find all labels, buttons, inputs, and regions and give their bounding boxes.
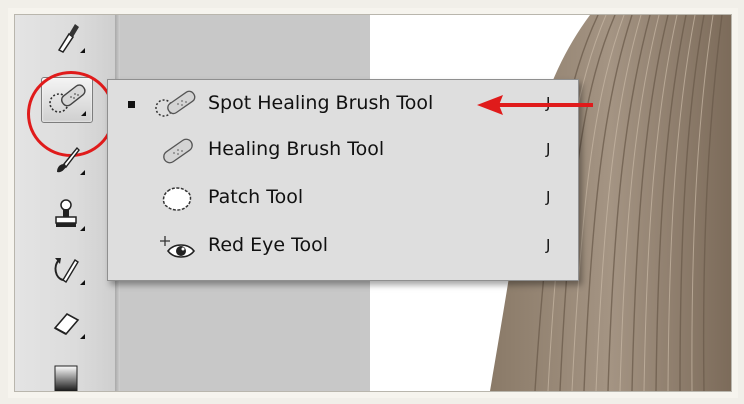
menu-item-shortcut: J (546, 188, 551, 206)
history-brush-icon (54, 258, 79, 283)
red-eye-icon (160, 236, 196, 258)
gradient-tool[interactable] (41, 355, 91, 391)
clone-stamp-tool[interactable] (41, 193, 91, 237)
red-arrow-annotation (477, 95, 593, 115)
tool-group-indicator (80, 170, 85, 175)
screenshot-frame: Spot Healing Brush Tool J Healing Brush … (14, 14, 732, 392)
eyedropper-icon (57, 24, 79, 53)
eraser-icon (53, 312, 80, 336)
menu-item-shortcut: J (546, 236, 551, 254)
menu-item-label: Spot Healing Brush Tool (208, 92, 434, 114)
gradient-icon (54, 365, 78, 391)
history-brush-tool[interactable] (41, 247, 91, 291)
selected-indicator (128, 101, 135, 108)
brush-icon (57, 146, 80, 173)
menu-item-label: Healing Brush Tool (208, 138, 385, 160)
tool-group-indicator (80, 226, 85, 231)
tool-group-indicator (80, 48, 85, 53)
healing-brush-icon (163, 138, 193, 164)
brush-tool[interactable] (41, 137, 91, 181)
menu-item-label: Red Eye Tool (208, 234, 329, 256)
clone-stamp-icon (55, 199, 77, 227)
menu-item-red-eye-tool[interactable]: Red Eye Tool J (108, 224, 578, 270)
patch-icon (162, 187, 192, 211)
menu-item-shortcut: J (546, 140, 551, 158)
spot-healing-brush-icon (155, 90, 196, 117)
menu-item-healing-brush-tool[interactable]: Healing Brush Tool J (108, 128, 578, 174)
eraser-tool[interactable] (41, 301, 91, 345)
tool-group-indicator (80, 280, 85, 285)
menu-item-label: Patch Tool (208, 186, 304, 208)
menu-item-patch-tool[interactable]: Patch Tool J (108, 176, 578, 222)
tool-group-indicator (80, 334, 85, 339)
eyedropper-tool[interactable] (41, 15, 91, 59)
tools-panel (15, 15, 116, 391)
